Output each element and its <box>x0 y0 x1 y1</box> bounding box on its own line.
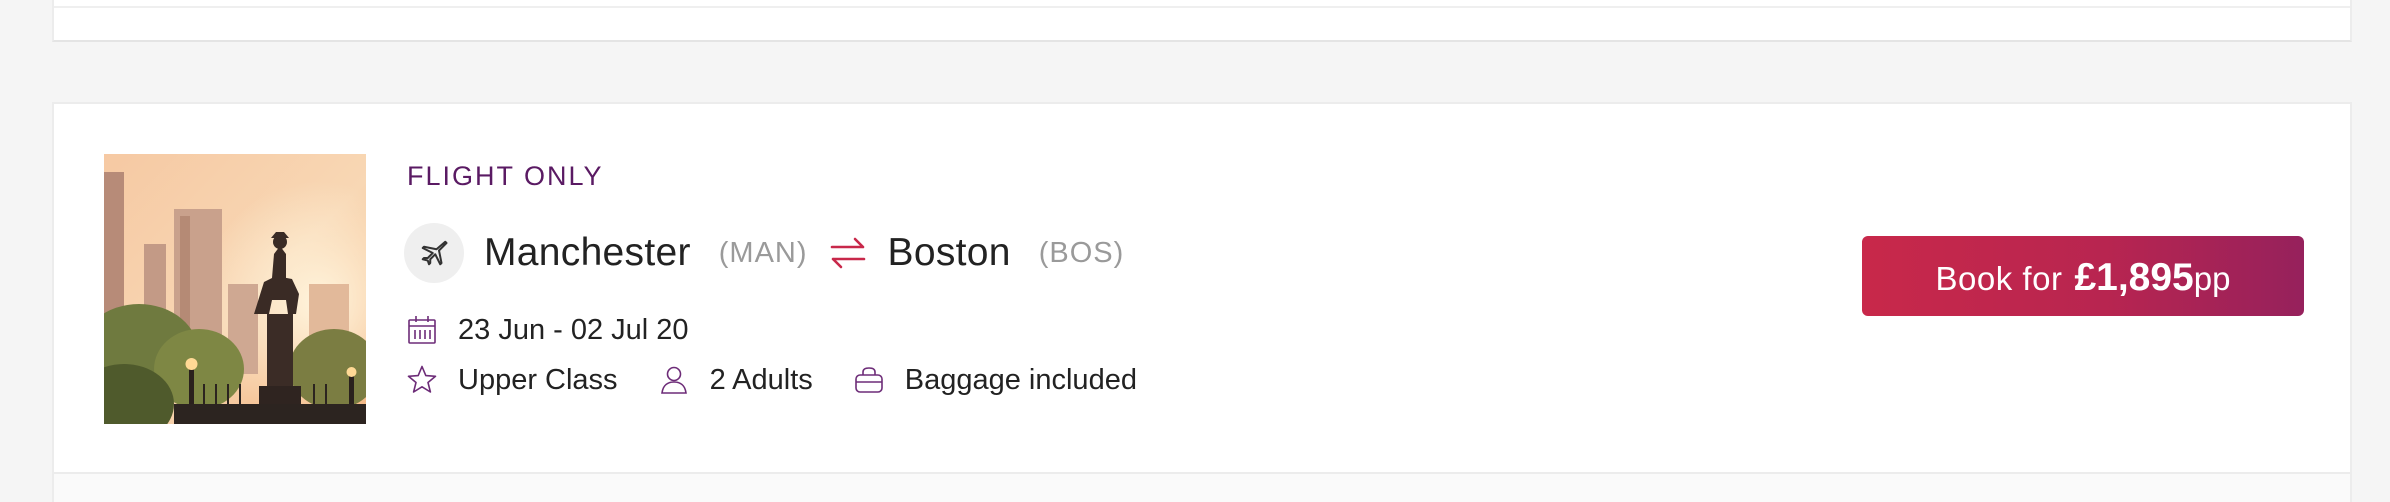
star-icon <box>406 364 438 396</box>
book-button-price: £1,895 <box>2074 256 2194 299</box>
cabin-class: Upper Class <box>406 364 618 397</box>
airplane-icon <box>404 223 464 283</box>
destination-image <box>104 154 366 424</box>
cabin-class-text: Upper Class <box>458 363 618 396</box>
travel-dates-text: 23 Jun - 02 Jul 20 <box>458 313 689 346</box>
destination-airport-code: (BOS) <box>1038 236 1125 269</box>
book-button-per-person: pp <box>2193 260 2231 297</box>
flight-route: Manchester (MAN) Boston (BOS) <box>404 222 1124 284</box>
product-type-label: FLIGHT ONLY <box>407 161 604 191</box>
origin-city: Manchester <box>484 231 691 274</box>
divider <box>54 6 2350 8</box>
travel-dates: 23 Jun - 02 Jul 20 <box>406 312 689 348</box>
origin-airport-code: (MAN) <box>718 236 808 269</box>
bag-icon <box>853 364 885 396</box>
book-button[interactable]: Book for £1,895 pp <box>1862 236 2304 316</box>
passengers-text: 2 Adults <box>709 363 813 396</box>
results-page: FLIGHT ONLY Manchester (MAN) Boston (BOS… <box>0 0 2390 502</box>
passengers: 2 Adults <box>658 364 813 397</box>
booking-details: Upper Class 2 Adults Baggage included <box>406 362 1177 398</box>
calendar-icon <box>406 314 438 346</box>
previous-result-card <box>52 0 2352 42</box>
return-arrows-icon <box>828 236 868 270</box>
next-result-card <box>52 474 2352 502</box>
person-icon <box>658 364 690 396</box>
destination-city: Boston <box>887 231 1011 274</box>
book-button-label: Book for <box>1935 260 2063 297</box>
baggage-text: Baggage included <box>904 363 1137 396</box>
baggage: Baggage included <box>853 364 1137 397</box>
flight-result-card: FLIGHT ONLY Manchester (MAN) Boston (BOS… <box>52 102 2352 474</box>
